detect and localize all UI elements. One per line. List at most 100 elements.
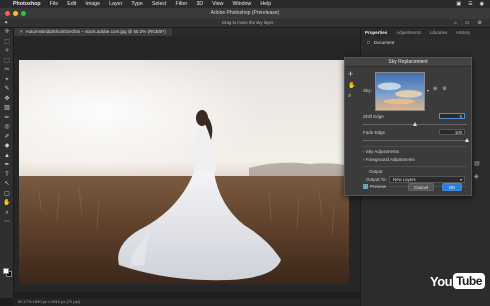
output-section-label: Output xyxy=(369,169,383,174)
menu-window[interactable]: Window xyxy=(233,1,252,7)
home-icon[interactable]: ⌂ xyxy=(454,20,457,26)
menubar-status-icons: ▣ ☰ ◉ xyxy=(456,1,484,7)
channels-icon[interactable]: ◈ xyxy=(474,173,480,180)
foreground-color-swatch[interactable] xyxy=(3,268,9,274)
menu-edit[interactable]: Edit xyxy=(67,1,76,7)
document-icon: □ xyxy=(367,40,370,45)
dialog-tools: ✛ ✋ ⌕ xyxy=(348,71,357,100)
minimize-window-button[interactable] xyxy=(13,11,18,16)
menu-3d[interactable]: 3D xyxy=(196,1,203,7)
blur-tool-icon[interactable]: ▲ xyxy=(0,152,14,162)
zoom-tool-icon[interactable]: ⌕ xyxy=(348,93,357,100)
menu-bar: Photoshop File Edit Image Layer Type Sel… xyxy=(0,0,490,8)
document-tab[interactable]: × AutumnBridalShootGrezbin – stock.adobe… xyxy=(14,28,172,36)
menu-app-name[interactable]: Photoshop xyxy=(13,1,41,7)
shift-edge-slider[interactable] xyxy=(363,122,467,126)
tab-history[interactable]: History xyxy=(456,28,470,38)
path-select-icon[interactable]: ↖ xyxy=(0,180,14,190)
shift-edge-input[interactable]: 0 xyxy=(439,113,465,119)
layers-icon[interactable]: ▤ xyxy=(474,160,480,167)
fade-edge-row: Fade Edge 100 xyxy=(363,129,467,136)
youtube-you-text: You xyxy=(430,273,453,289)
gear-icon[interactable]: ⚙ xyxy=(442,86,446,92)
shift-edge-slider-knob[interactable] xyxy=(412,122,417,126)
menu-file[interactable]: File xyxy=(50,1,59,7)
healing-tool-icon[interactable]: ✥ xyxy=(0,95,14,105)
sky-label: Sky: xyxy=(363,88,372,93)
dialog-title: Sky Replacement xyxy=(345,58,471,67)
output-to-value: New Layers xyxy=(393,177,416,182)
stamp-tool-icon[interactable]: ✏ xyxy=(0,114,14,124)
gradient-tool-icon[interactable]: ◆ xyxy=(0,142,14,152)
eraser-tool-icon[interactable]: ✐ xyxy=(0,133,14,143)
sky-dropdown-icon[interactable]: ▾ xyxy=(427,88,429,93)
window-controls xyxy=(5,11,26,16)
add-sky-icon[interactable]: ⊕ xyxy=(433,86,437,92)
close-tab-icon[interactable]: × xyxy=(20,28,23,36)
sky-preset-thumbnail[interactable] xyxy=(375,72,425,111)
tab-libraries[interactable]: Libraries xyxy=(430,28,447,38)
crop-tool-icon[interactable]: ✂ xyxy=(0,66,14,76)
section-divider xyxy=(363,146,467,147)
zoom-tool-icon[interactable]: ⌕ xyxy=(0,209,14,219)
sky-adjustments-section[interactable]: › Sky Adjustments xyxy=(363,149,399,154)
status-bar: 50.17% 1690 px x 2810 px (72 ppi) xyxy=(14,298,360,306)
menu-view[interactable]: View xyxy=(212,1,223,7)
tab-adjustments[interactable]: Adjustments xyxy=(396,28,421,38)
youtube-tube-text: Tube xyxy=(453,273,485,289)
panel-side-icons: ▤ ◈ xyxy=(474,160,480,180)
marquee-tool-icon[interactable]: ⬚ xyxy=(0,57,14,67)
frame-tool-icon[interactable]: ⌖ xyxy=(0,76,14,86)
chevron-right-icon: › xyxy=(363,149,365,154)
zoom-window-button[interactable] xyxy=(21,11,26,16)
menu-layer[interactable]: Layer xyxy=(109,1,122,7)
foreground-adjustments-label: Foreground Adjustments xyxy=(365,157,415,162)
menu-type[interactable]: Type xyxy=(131,1,142,7)
lasso-tool-icon[interactable]: ✧ xyxy=(0,47,14,57)
type-tool-icon[interactable]: T xyxy=(0,171,14,181)
workspace-icon[interactable]: ▭ xyxy=(465,20,470,26)
brush-tool-icon[interactable]: ▨ xyxy=(0,104,14,114)
tool-preset-icon[interactable]: ✦ xyxy=(4,20,8,26)
artboard-tool-icon[interactable]: ⬚ xyxy=(0,38,14,48)
more-tools-icon[interactable]: ⋯ xyxy=(0,218,14,228)
menu-help[interactable]: Help xyxy=(260,1,271,7)
shape-tool-icon[interactable]: ▢ xyxy=(0,190,14,200)
eyedropper-tool-icon[interactable]: ✎ xyxy=(0,85,14,95)
ok-button[interactable]: OK xyxy=(442,183,462,191)
fade-edge-input[interactable]: 100 xyxy=(439,129,465,135)
window-title-bar: Adobe Photoshop (Prerelease) xyxy=(0,8,490,19)
menu-filter[interactable]: Filter xyxy=(176,1,188,7)
move-tool-icon[interactable]: ✛ xyxy=(0,28,14,38)
user-icon[interactable]: ◉ xyxy=(480,1,484,7)
preview-label: Preview xyxy=(370,184,387,189)
preview-checkbox[interactable]: ✓ xyxy=(363,184,368,189)
document-tab-bar: × AutumnBridalShootGrezbin – stock.adobe… xyxy=(14,28,360,36)
canvas-area[interactable] xyxy=(14,36,360,292)
properties-document-label: Document xyxy=(373,40,395,45)
status-icon[interactable]: ▣ xyxy=(456,1,461,7)
menu-image[interactable]: Image xyxy=(85,1,100,7)
close-window-button[interactable] xyxy=(5,11,10,16)
output-to-select[interactable]: New Layers ▾ xyxy=(389,176,465,183)
foreground-adjustments-section[interactable]: › Foreground Adjustments xyxy=(363,157,415,162)
options-hint: Drag to move the sky layer. xyxy=(222,20,275,25)
list-icon[interactable]: ☰ xyxy=(468,1,472,7)
settings-icon[interactable]: ⚙ xyxy=(478,20,482,26)
pen-tool-icon[interactable]: ✒ xyxy=(0,161,14,171)
sky-move-tool-icon[interactable]: ✛ xyxy=(348,71,357,78)
cancel-button[interactable]: Cancel xyxy=(408,183,434,191)
tab-properties[interactable]: Properties xyxy=(365,28,387,38)
history-brush-icon[interactable]: ◎ xyxy=(0,123,14,133)
hand-tool-icon[interactable]: ✋ xyxy=(0,199,14,209)
chevron-right-icon: › xyxy=(363,157,365,162)
fade-edge-slider[interactable] xyxy=(363,138,469,142)
menu-select[interactable]: Select xyxy=(152,1,167,7)
properties-document-row: □ Document xyxy=(361,38,490,47)
options-bar: ✦ Drag to move the sky layer. ⌂ ▭ ⚙ xyxy=(0,19,490,28)
fade-edge-slider-knob[interactable] xyxy=(464,138,469,142)
shift-edge-row: Shift Edge 0 xyxy=(363,113,467,120)
bride-photo[interactable] xyxy=(19,60,349,284)
hand-tool-icon[interactable]: ✋ xyxy=(348,82,357,89)
panel-tabs: Properties Adjustments Libraries History xyxy=(361,28,490,38)
